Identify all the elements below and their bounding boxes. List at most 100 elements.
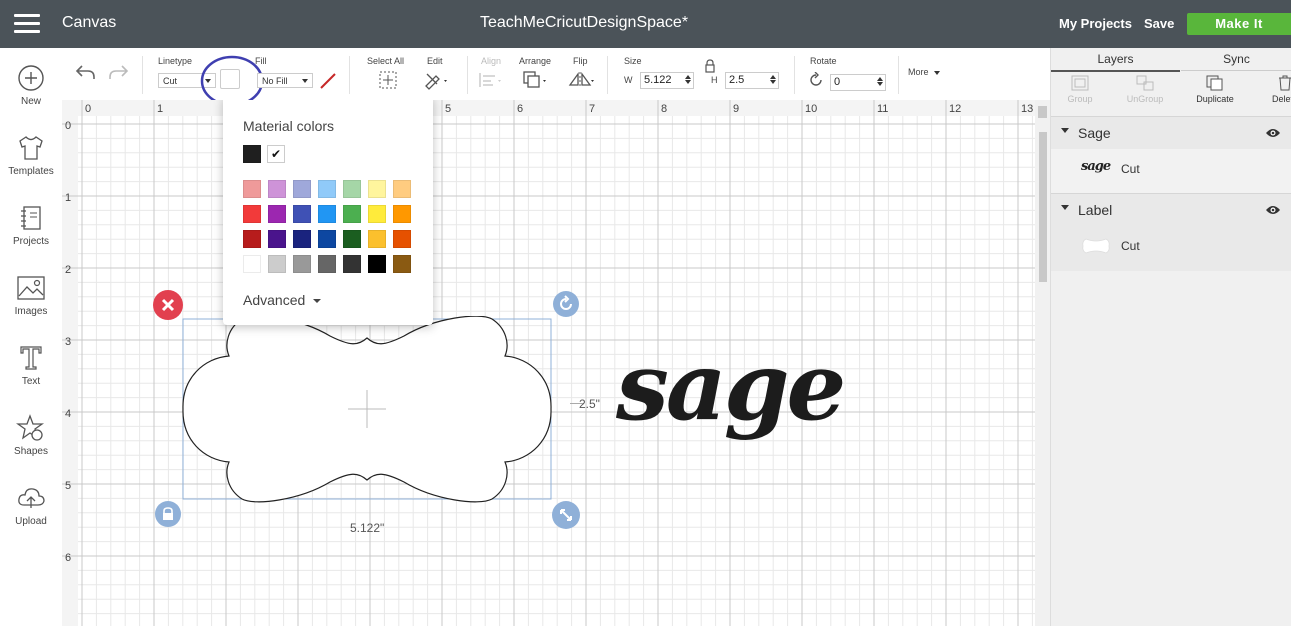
lock-handle-icon[interactable] — [155, 501, 181, 527]
eye-visibility-icon[interactable] — [1265, 204, 1281, 216]
color-swatch[interactable] — [268, 205, 286, 223]
fill-value: No Fill — [262, 76, 288, 86]
resize-handle-icon[interactable] — [552, 501, 580, 529]
flip-icon[interactable] — [567, 70, 597, 90]
arrange-icon[interactable] — [522, 70, 550, 90]
duplicate-button[interactable]: Duplicate — [1192, 74, 1238, 104]
ruler-x-tick-label: 0 — [85, 103, 91, 115]
collapse-caret-icon[interactable] — [1061, 128, 1069, 133]
rotate-stepper[interactable] — [876, 76, 883, 89]
ruler-y-tick-label: 2 — [65, 264, 71, 276]
swatch-black-selected[interactable] — [243, 145, 261, 163]
material-colors-title: Material colors — [243, 118, 335, 134]
panel-scrollbar-thumb[interactable] — [1039, 132, 1047, 282]
color-swatch[interactable] — [393, 180, 411, 198]
color-swatch[interactable] — [393, 255, 411, 273]
sage-text-object[interactable]: sage — [616, 332, 846, 442]
undo-icon[interactable] — [74, 62, 98, 82]
text-t-icon — [20, 346, 42, 370]
color-swatch[interactable] — [318, 230, 336, 248]
color-swatch[interactable] — [393, 205, 411, 223]
color-swatch[interactable] — [293, 255, 311, 273]
color-swatch[interactable] — [268, 230, 286, 248]
more-label: More — [908, 67, 929, 77]
color-swatch[interactable] — [243, 230, 261, 248]
color-swatch[interactable] — [343, 230, 361, 248]
sidebar-item-new[interactable]: New — [0, 64, 62, 130]
ungroup-label: UnGroup — [1126, 94, 1164, 104]
more-menu[interactable]: More — [908, 67, 941, 77]
eye-visibility-icon[interactable] — [1265, 127, 1281, 139]
advanced-toggle[interactable]: Advanced — [243, 292, 322, 308]
top-header: Canvas TeachMeCricutDesignSpace* My Proj… — [0, 0, 1291, 48]
width-input[interactable]: 5.122 — [640, 72, 694, 89]
height-input[interactable]: 2.5 — [725, 72, 779, 89]
tab-layers[interactable]: Layers — [1051, 48, 1180, 72]
make-it-button[interactable]: Make It — [1187, 13, 1291, 35]
color-swatch[interactable] — [268, 180, 286, 198]
fill-label: Fill — [255, 56, 267, 66]
color-swatch[interactable] — [343, 205, 361, 223]
sidebar-item-shapes[interactable]: Shapes — [0, 414, 62, 480]
color-swatch[interactable] — [368, 255, 386, 273]
tab-sync[interactable]: Sync — [1181, 48, 1291, 71]
no-fill-swatch-icon[interactable] — [318, 71, 338, 91]
fill-select[interactable]: No Fill — [257, 73, 313, 88]
layer-group-label[interactable]: Label Cut — [1051, 193, 1291, 271]
color-swatch[interactable] — [318, 205, 336, 223]
color-swatch[interactable] — [243, 255, 261, 273]
color-swatch[interactable] — [368, 230, 386, 248]
color-swatch[interactable] — [243, 205, 261, 223]
group-button[interactable]: Group — [1065, 74, 1095, 104]
layer-item[interactable]: Cut — [1051, 226, 1291, 271]
sidebar-label-text: Text — [21, 376, 41, 387]
height-stepper[interactable] — [769, 74, 776, 87]
design-canvas[interactable]: 012345678910111213 0123456 2.5" 5.122" s… — [62, 100, 1050, 626]
rotate-handle-icon[interactable] — [553, 291, 579, 317]
ruler-y-tick-label: 0 — [65, 120, 71, 132]
color-swatch[interactable] — [368, 205, 386, 223]
sidebar-item-upload[interactable]: Upload — [0, 484, 62, 550]
color-swatch[interactable] — [393, 230, 411, 248]
edit-tools-icon[interactable] — [423, 70, 451, 90]
save-button[interactable]: Save — [1144, 16, 1174, 31]
select-all-label: Select All — [367, 56, 405, 66]
lock-proportions-icon[interactable] — [703, 58, 717, 74]
layer-group-sage[interactable]: Sage sage Cut — [1051, 116, 1291, 194]
label-shape[interactable] — [180, 316, 556, 504]
color-swatch[interactable] — [293, 205, 311, 223]
sidebar-item-projects[interactable]: Projects — [0, 204, 62, 270]
delete-label: Delete — [1271, 94, 1291, 104]
collapse-caret-icon[interactable] — [1061, 205, 1069, 210]
toolbar-separator — [898, 56, 899, 94]
sidebar-item-templates[interactable]: Templates — [0, 134, 62, 200]
color-swatch[interactable] — [343, 255, 361, 273]
delete-handle-icon[interactable] — [153, 290, 183, 320]
color-swatch[interactable] — [343, 180, 361, 198]
layer-item[interactable]: sage Cut — [1051, 149, 1291, 194]
color-swatch[interactable] — [293, 180, 311, 198]
top-ruler — [62, 100, 1050, 116]
sidebar-item-text[interactable]: Text — [0, 344, 62, 410]
rotate-input[interactable]: 0 — [830, 74, 886, 91]
layer-thumbnail-label-shape — [1082, 238, 1110, 254]
my-projects-link[interactable]: My Projects — [1059, 16, 1132, 31]
sidebar-item-images[interactable]: Images — [0, 274, 62, 340]
redo-icon[interactable] — [106, 62, 130, 82]
delete-button[interactable]: Delete — [1265, 74, 1291, 104]
color-swatch[interactable] — [293, 230, 311, 248]
height-value: 2.5 — [729, 74, 745, 86]
color-swatch[interactable] — [368, 180, 386, 198]
color-swatch[interactable] — [318, 180, 336, 198]
color-swatch[interactable] — [268, 255, 286, 273]
rotate-label: Rotate — [810, 56, 837, 66]
select-all-icon[interactable] — [378, 70, 398, 90]
sidebar-label-templates: Templates — [8, 166, 54, 177]
color-swatch[interactable] — [243, 180, 261, 198]
width-stepper[interactable] — [684, 74, 691, 87]
toolbar-separator — [349, 56, 350, 94]
color-swatch[interactable] — [318, 255, 336, 273]
layer-name: Sage — [1078, 125, 1111, 141]
ungroup-button[interactable]: UnGroup — [1123, 74, 1167, 104]
panel-scrollbar[interactable] — [1037, 118, 1049, 626]
